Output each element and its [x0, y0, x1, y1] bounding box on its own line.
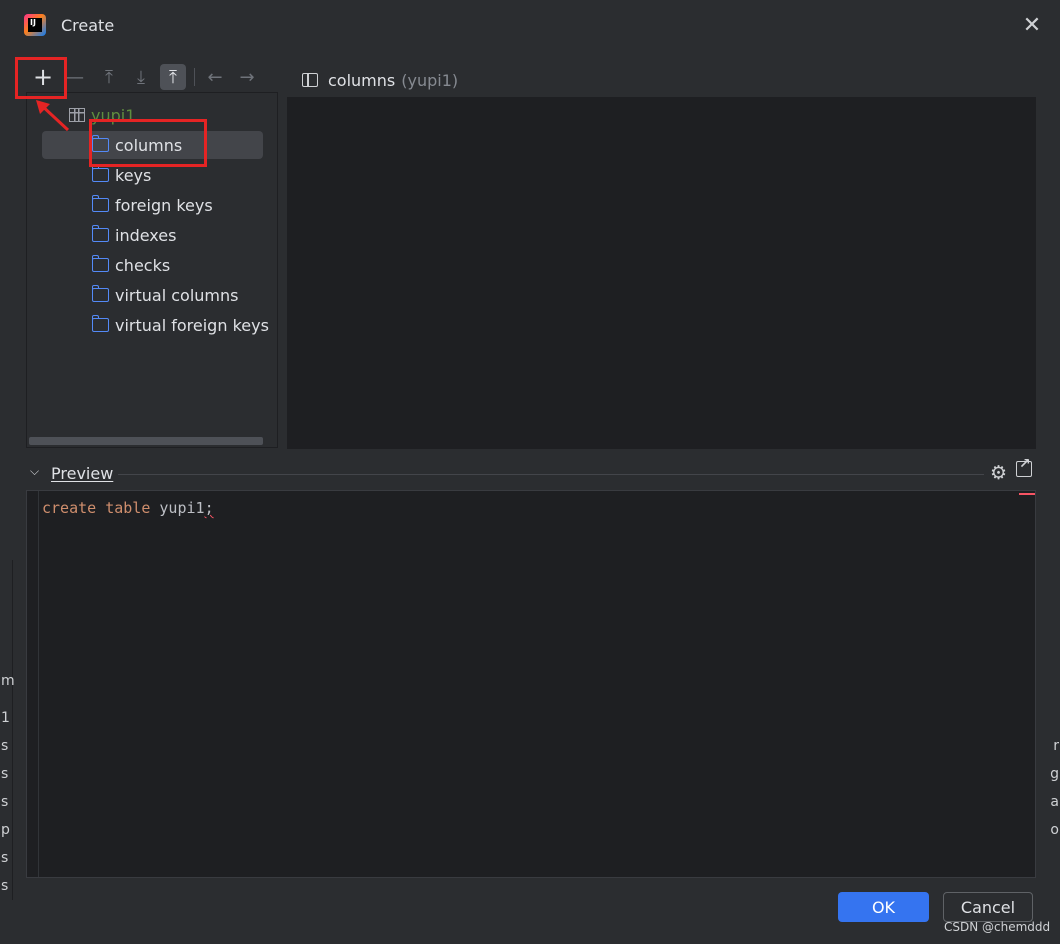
intellij-idea-icon: IJ: [24, 14, 46, 36]
bg-char: s: [1, 794, 9, 810]
toolbar-separator: [194, 68, 195, 86]
tree-item-virtual-foreign-keys[interactable]: virtual foreign keys: [91, 311, 269, 339]
tree-item-label: virtual columns: [115, 285, 239, 305]
background-ide-left: m 1 s s s p s s: [0, 560, 15, 900]
sql-code: create table yupi1;: [42, 499, 214, 517]
back-arrow-icon[interactable]: ←: [202, 64, 228, 90]
dialog-title: Create: [61, 16, 115, 35]
folder-icon: [91, 165, 109, 182]
horizontal-scrollbar[interactable]: [29, 437, 263, 445]
bg-char: g: [1050, 766, 1059, 782]
sql-keyword: create: [42, 499, 97, 517]
properties-subtitle: (yupi1): [401, 70, 459, 90]
folder-icon: [91, 285, 109, 302]
close-icon[interactable]: ✕: [1020, 15, 1044, 39]
bg-char: 1: [1, 710, 10, 726]
preview-toggle[interactable]: Preview: [51, 464, 113, 483]
annotation-box-add: [15, 57, 67, 99]
preview-header: ⌵ Preview ⚙: [30, 456, 1036, 486]
open-in-editor-icon[interactable]: [1016, 456, 1032, 477]
title-bar: IJ Create ✕: [0, 0, 1060, 52]
forward-arrow-icon[interactable]: →: [234, 64, 260, 90]
bg-char: a: [1050, 794, 1059, 810]
folder-icon: [91, 225, 109, 242]
tree-item-foreign-keys[interactable]: foreign keys: [91, 191, 213, 219]
cancel-button[interactable]: Cancel: [943, 892, 1033, 922]
bg-char: s: [1, 766, 9, 782]
folder-icon: [91, 195, 109, 212]
sql-preview-editor[interactable]: create table yupi1;: [26, 490, 1036, 878]
move-down-icon[interactable]: ⤓: [128, 64, 154, 90]
error-stripe-marker[interactable]: [1019, 493, 1035, 495]
bg-char: p: [1, 822, 10, 838]
tree-item-label: keys: [115, 165, 152, 185]
move-up-icon[interactable]: ⤒: [96, 64, 122, 90]
tree-item-label: virtual foreign keys: [115, 315, 269, 335]
sql-keyword: table: [105, 499, 151, 517]
tree-item-checks[interactable]: checks: [91, 251, 171, 279]
folder-icon: [91, 255, 109, 272]
sql-identifier: yupi1: [159, 499, 205, 517]
chevron-down-icon[interactable]: ⌵: [30, 464, 39, 479]
tree-item-label: foreign keys: [115, 195, 213, 215]
background-ide-right: r g a o: [1048, 0, 1060, 944]
tree-item-label: checks: [115, 255, 171, 275]
create-dialog: m 1 s s s p s s r g a o IJ Create ✕ + — …: [0, 0, 1060, 944]
tree-item-indexes[interactable]: indexes: [91, 221, 177, 249]
bg-char: s: [1, 850, 9, 866]
panel-icon: [302, 73, 318, 87]
watermark: CSDN @chemddd: [944, 920, 1051, 934]
properties-area[interactable]: [287, 97, 1036, 449]
annotation-arrow: [36, 100, 70, 132]
gear-icon[interactable]: ⚙: [990, 462, 1007, 484]
tree-item-virtual-columns[interactable]: virtual columns: [91, 281, 239, 309]
annotation-box-columns: [89, 119, 207, 167]
bg-char: s: [1, 738, 9, 754]
properties-title: columns: [328, 70, 396, 90]
bg-char: s: [1, 878, 9, 894]
tree-item-label: indexes: [115, 225, 177, 245]
move-to-top-icon[interactable]: ⤒: [160, 64, 186, 90]
bg-char: m: [1, 673, 15, 689]
folder-icon: [91, 315, 109, 332]
bg-char: r: [1053, 738, 1059, 754]
properties-header: columns (yupi1): [302, 68, 458, 92]
divider: [118, 474, 984, 475]
editor-gutter: [38, 491, 39, 877]
ok-button[interactable]: OK: [838, 892, 929, 922]
bg-char: o: [1050, 822, 1059, 838]
sql-semicolon: ;: [204, 499, 214, 517]
